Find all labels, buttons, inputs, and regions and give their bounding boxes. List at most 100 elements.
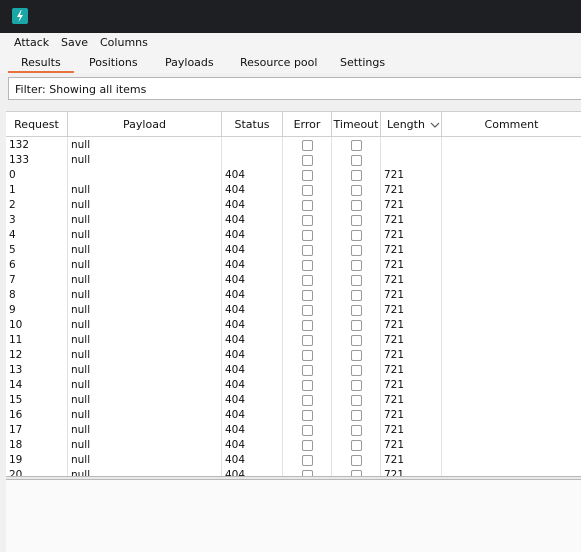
cell-status: 404 [225, 304, 246, 316]
table-row[interactable]: 3 null 404 721 [6, 213, 581, 228]
menu-save[interactable]: Save [61, 36, 88, 49]
error-checkbox[interactable] [302, 245, 313, 256]
timeout-checkbox[interactable] [351, 140, 362, 151]
error-checkbox[interactable] [302, 140, 313, 151]
timeout-checkbox[interactable] [351, 455, 362, 466]
table-row[interactable]: 1 null 404 721 [6, 183, 581, 198]
error-checkbox[interactable] [302, 275, 313, 286]
table-row[interactable]: 133 null [6, 153, 581, 168]
error-checkbox[interactable] [302, 290, 313, 301]
table-row[interactable]: 5 null 404 721 [6, 243, 581, 258]
tab-payloads[interactable]: Payloads [165, 56, 214, 69]
timeout-checkbox[interactable] [351, 245, 362, 256]
error-checkbox[interactable] [302, 380, 313, 391]
timeout-checkbox[interactable] [351, 365, 362, 376]
table-row[interactable]: 6 null 404 721 [6, 258, 581, 273]
error-checkbox[interactable] [302, 410, 313, 421]
col-header-error[interactable]: Error [283, 112, 332, 137]
timeout-checkbox[interactable] [351, 200, 362, 211]
tab-settings[interactable]: Settings [340, 56, 385, 69]
error-checkbox[interactable] [302, 335, 313, 346]
cell-length: 721 [384, 244, 405, 256]
table-row[interactable]: 12 null 404 721 [6, 348, 581, 363]
timeout-checkbox[interactable] [351, 320, 362, 331]
error-checkbox[interactable] [302, 425, 313, 436]
timeout-checkbox[interactable] [351, 335, 362, 346]
cell-status: 404 [225, 319, 246, 331]
table-row[interactable]: 15 null 404 721 [6, 393, 581, 408]
timeout-checkbox[interactable] [351, 380, 362, 391]
col-header-comment[interactable]: Comment [442, 112, 581, 137]
tab-results[interactable]: Results [21, 56, 61, 69]
error-checkbox[interactable] [302, 215, 313, 226]
timeout-checkbox[interactable] [351, 185, 362, 196]
timeout-checkbox[interactable] [351, 350, 362, 361]
cell-status: 404 [225, 424, 246, 436]
error-checkbox[interactable] [302, 365, 313, 376]
table-row[interactable]: 0 404 721 [6, 168, 581, 183]
error-checkbox[interactable] [302, 455, 313, 466]
cell-payload: null [71, 319, 91, 331]
table-row[interactable]: 17 null 404 721 [6, 423, 581, 438]
cell-payload: null [71, 349, 91, 361]
tab-positions[interactable]: Positions [89, 56, 138, 69]
menu-attack[interactable]: Attack [14, 36, 49, 49]
timeout-checkbox[interactable] [351, 395, 362, 406]
table-row[interactable]: 9 null 404 721 [6, 303, 581, 318]
timeout-checkbox[interactable] [351, 290, 362, 301]
timeout-checkbox[interactable] [351, 170, 362, 181]
timeout-checkbox[interactable] [351, 215, 362, 226]
table-row[interactable]: 4 null 404 721 [6, 228, 581, 243]
table-row[interactable]: 2 null 404 721 [6, 198, 581, 213]
timeout-checkbox[interactable] [351, 305, 362, 316]
cell-status: 404 [225, 244, 246, 256]
table-row[interactable]: 13 null 404 721 [6, 363, 581, 378]
table-row[interactable]: 11 null 404 721 [6, 333, 581, 348]
error-checkbox[interactable] [302, 185, 313, 196]
timeout-checkbox[interactable] [351, 155, 362, 166]
col-header-length[interactable]: Length [381, 112, 442, 137]
table-row[interactable]: 14 null 404 721 [6, 378, 581, 393]
error-checkbox[interactable] [302, 305, 313, 316]
error-checkbox[interactable] [302, 170, 313, 181]
cell-length: 721 [384, 304, 405, 316]
table-row[interactable]: 16 null 404 721 [6, 408, 581, 423]
tab-resource-pool[interactable]: Resource pool [240, 56, 317, 69]
cell-request: 12 [9, 349, 23, 361]
timeout-checkbox[interactable] [351, 440, 362, 451]
cell-request: 11 [9, 334, 23, 346]
timeout-checkbox[interactable] [351, 275, 362, 286]
table-row[interactable]: 7 null 404 721 [6, 273, 581, 288]
timeout-checkbox[interactable] [351, 230, 362, 241]
col-header-timeout[interactable]: Timeout [332, 112, 381, 137]
timeout-checkbox[interactable] [351, 410, 362, 421]
table-row[interactable]: 132 null [6, 138, 581, 153]
timeout-checkbox[interactable] [351, 425, 362, 436]
cell-length: 721 [384, 274, 405, 286]
col-header-payload[interactable]: Payload [68, 112, 222, 137]
col-header-request[interactable]: Request [6, 112, 68, 137]
menu-columns[interactable]: Columns [100, 36, 148, 49]
cell-status: 404 [225, 274, 246, 286]
cell-length: 721 [384, 169, 405, 181]
table-row[interactable]: 10 null 404 721 [6, 318, 581, 333]
cell-status: 404 [225, 409, 246, 421]
filter-bar[interactable]: Filter: Showing all items [8, 77, 581, 100]
cell-request: 2 [9, 199, 16, 211]
error-checkbox[interactable] [302, 260, 313, 271]
error-checkbox[interactable] [302, 350, 313, 361]
error-checkbox[interactable] [302, 395, 313, 406]
error-checkbox[interactable] [302, 230, 313, 241]
error-checkbox[interactable] [302, 155, 313, 166]
table-row[interactable]: 19 null 404 721 [6, 453, 581, 468]
timeout-checkbox[interactable] [351, 260, 362, 271]
cell-length: 721 [384, 424, 405, 436]
col-header-status[interactable]: Status [222, 112, 283, 137]
table-row[interactable]: 8 null 404 721 [6, 288, 581, 303]
cell-length: 721 [384, 364, 405, 376]
error-checkbox[interactable] [302, 320, 313, 331]
error-checkbox[interactable] [302, 440, 313, 451]
table-row[interactable]: 18 null 404 721 [6, 438, 581, 453]
cell-request: 132 [9, 139, 30, 151]
error-checkbox[interactable] [302, 200, 313, 211]
